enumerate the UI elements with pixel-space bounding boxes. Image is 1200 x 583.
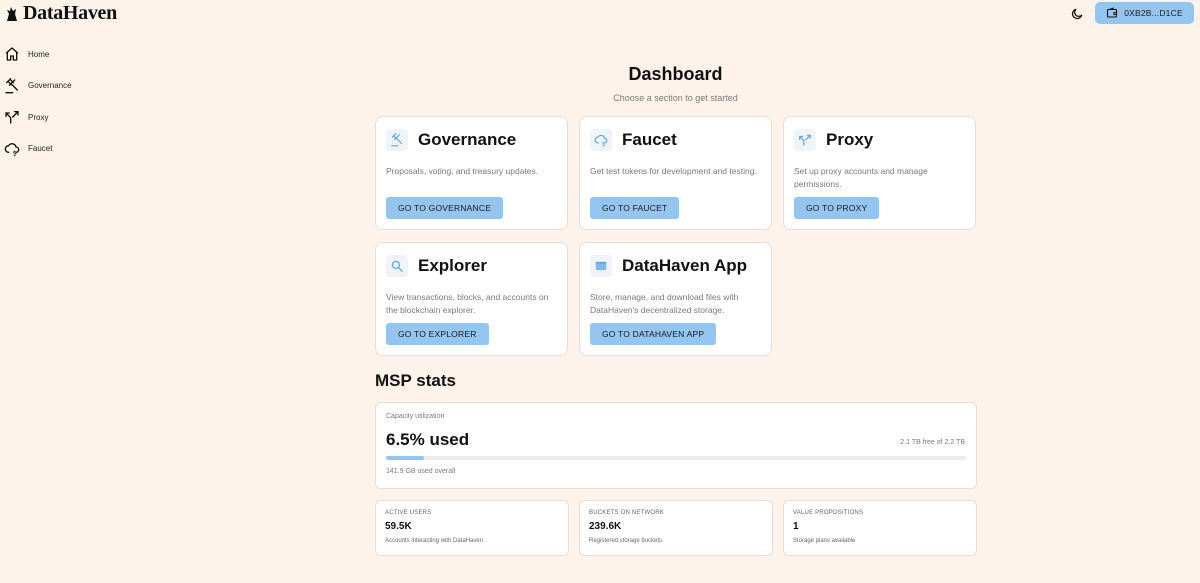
app-logo[interactable]: DataHaven [4, 2, 117, 25]
wallet-icon [1107, 7, 1118, 18]
page-subtitle: Choose a section to get started [613, 93, 738, 103]
go-to-explorer-button[interactable]: GO TO EXPLORER [386, 323, 489, 345]
card-title: Faucet [622, 130, 677, 149]
sidebar-item-label: Faucet [28, 144, 53, 153]
stat-value: 59.5K [385, 521, 412, 532]
cloud-dollar-icon: $ [4, 142, 20, 157]
card-governance: Governance Proposals, voting, and treasu… [375, 116, 568, 230]
stat-active-users: ACTIVE USERS 59.5K Accounts interacting … [375, 500, 569, 556]
card-description: Set up proxy accounts and manage permiss… [794, 166, 928, 189]
stat-description: Accounts interacting with DataHaven [385, 538, 484, 544]
capacity-progress-bar [386, 456, 966, 460]
capacity-free: 2.1 TB free of 2.2 TB [900, 439, 965, 446]
card-description: Proposals, voting, and treasury updates. [386, 166, 539, 176]
sidebar-item-faucet[interactable]: $ Faucet [4, 139, 124, 159]
datahaven-logo-icon [7, 6, 17, 21]
sidebar: Home Governance Proxy $ Faucet [4, 44, 124, 170]
sidebar-item-label: Proxy [28, 112, 49, 122]
wallet-address: 0XB2B...D1CE [1124, 8, 1183, 18]
stat-description: Storage plans available [793, 538, 856, 544]
card-description: Get test tokens for development and test… [590, 166, 757, 176]
sidebar-item-proxy[interactable]: Proxy [4, 107, 124, 127]
split-arrows-icon [5, 111, 19, 124]
sidebar-item-label: Home [28, 49, 50, 59]
stat-value-propositions: VALUE PROPOSITIONS 1 Storage plans avail… [783, 500, 977, 556]
theme-toggle-button[interactable] [1068, 5, 1086, 23]
go-to-governance-button[interactable]: GO TO GOVERNANCE [386, 197, 504, 219]
card-title: Governance [418, 130, 517, 149]
app-window-icon [595, 261, 607, 271]
app-name: DataHaven [23, 2, 117, 24]
stat-value: 239.6K [589, 521, 622, 532]
card-faucet: $ Faucet Get test tokens for development… [579, 116, 772, 230]
card-datahaven-app: DataHaven App Store, manage, and downloa… [579, 242, 772, 356]
stat-buckets: BUCKETS ON NETWORK 239.6K Registered sto… [579, 500, 773, 556]
page-title: Dashboard [628, 64, 723, 84]
stat-description: Registered storage buckets [589, 538, 663, 544]
search-icon [391, 260, 403, 272]
gavel-icon [391, 133, 403, 147]
card-description: Store, manage, and download files with D… [590, 292, 739, 315]
stat-label: ACTIVE USERS [385, 510, 432, 516]
card-title: DataHaven App [622, 256, 748, 275]
cloud-dollar-icon: $ [594, 134, 608, 147]
home-icon [5, 47, 19, 61]
capacity-used-overall: 141.9 GB used overall [386, 468, 456, 475]
go-to-proxy-button[interactable]: GO TO PROXY [794, 197, 880, 219]
stat-value: 1 [793, 521, 799, 532]
capacity-progress-fill [386, 456, 424, 460]
capacity-value: 6.5% used [386, 430, 470, 449]
card-explorer: Explorer View transactions, blocks, and … [375, 242, 568, 356]
split-arrows-icon [799, 134, 811, 146]
capacity-card: Capacity utilization 6.5% used 2.1 TB fr… [375, 402, 977, 489]
msp-stats-title: MSP stats [375, 371, 456, 390]
stat-label: VALUE PROPOSITIONS [793, 510, 864, 516]
svg-text:$: $ [13, 149, 17, 156]
card-title: Proxy [826, 130, 874, 149]
wallet-button[interactable]: 0XB2B...D1CE [1095, 2, 1194, 24]
go-to-datahaven-app-button[interactable]: GO TO DATAHAVEN APP [590, 323, 717, 345]
card-proxy: Proxy Set up proxy accounts and manage p… [783, 116, 976, 230]
stat-label: BUCKETS ON NETWORK [589, 510, 664, 516]
go-to-faucet-button[interactable]: GO TO FAUCET [590, 197, 680, 219]
capacity-label: Capacity utilization [386, 413, 445, 420]
sidebar-item-home[interactable]: Home [4, 44, 124, 64]
card-title: Explorer [418, 256, 487, 275]
moon-icon [1071, 8, 1083, 20]
card-description: View transactions, blocks, and accounts … [386, 292, 549, 315]
svg-text:$: $ [602, 142, 606, 147]
